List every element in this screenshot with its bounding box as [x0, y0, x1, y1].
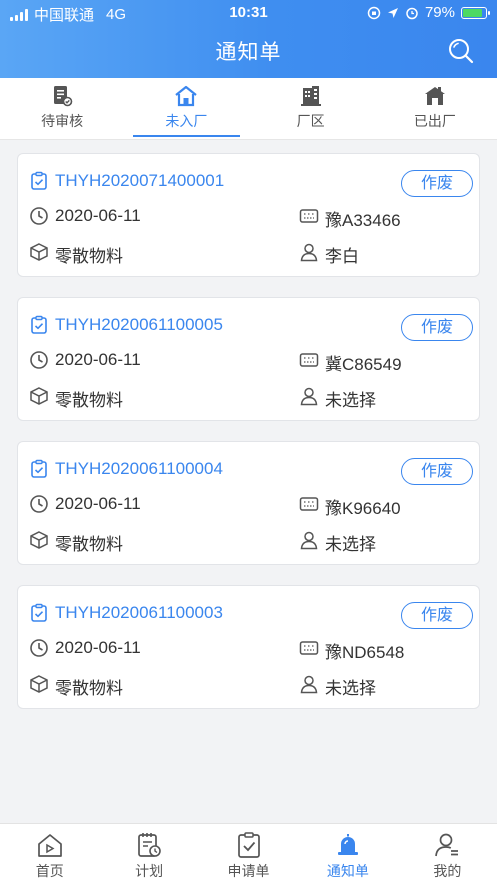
clipboard-check-icon: [31, 171, 47, 190]
notice-card[interactable]: THYH2020061100005 作废 2020-06-11 冀C86549 …: [17, 297, 480, 421]
void-button[interactable]: 作废: [401, 314, 473, 341]
tab-label: 厂区: [296, 113, 325, 129]
clock-icon: [30, 351, 48, 369]
clipboard-check-icon: [31, 315, 47, 334]
driver-name: 未选择: [325, 679, 376, 698]
review-doc-icon: [54, 86, 73, 107]
void-button[interactable]: 作废: [401, 458, 473, 485]
notice-bell-icon: [337, 834, 358, 855]
tab-label: 未入厂: [165, 113, 208, 129]
person-icon: [300, 243, 318, 262]
license-plate-icon: [299, 209, 319, 223]
application-icon: [237, 832, 260, 858]
material-type: 零散物料: [55, 535, 123, 554]
notice-date: 2020-06-11: [55, 638, 141, 657]
tabbar-label: 计划: [135, 863, 164, 879]
app-header: 中国联通 4G 10:31 79% 通知单: [0, 0, 497, 78]
package-icon: [30, 387, 48, 405]
material-type: 零散物料: [55, 247, 123, 266]
person-icon: [300, 675, 318, 694]
plate-number: 豫A33466: [325, 211, 401, 230]
clipboard-check-icon: [31, 603, 47, 622]
tab-not-entered[interactable]: 未入厂: [124, 78, 248, 139]
tab-pending-review[interactable]: 待审核: [0, 78, 124, 139]
clock-icon: [30, 207, 48, 225]
tabbar-item-notice[interactable]: 通知单: [298, 824, 397, 883]
clock-icon: [30, 495, 48, 513]
driver-name: 未选择: [325, 391, 376, 410]
license-plate-icon: [299, 641, 319, 655]
tabbar-item-application[interactable]: 申请单: [199, 824, 298, 883]
status-bar: 中国联通 4G 10:31 79%: [0, 0, 497, 26]
notice-card[interactable]: THYH2020061100003 作废 2020-06-11 豫ND6548 …: [17, 585, 480, 709]
plate-number: 冀C86549: [325, 355, 402, 374]
notice-code[interactable]: THYH2020061100003: [55, 603, 223, 623]
tabbar-item-plan[interactable]: 计划: [99, 824, 198, 883]
home-play-icon: [37, 834, 62, 857]
notice-list: THYH2020071400001 作废 2020-06-11 豫A33466 …: [17, 153, 480, 729]
search-icon[interactable]: [447, 37, 475, 65]
battery-percent: 79%: [424, 4, 455, 21]
clipboard-check-icon: [31, 459, 47, 478]
alarm-icon: [406, 7, 418, 19]
driver-name: 未选择: [325, 535, 376, 554]
orientation-lock-icon: [367, 6, 381, 19]
license-plate-icon: [299, 497, 319, 511]
tabbar-item-home[interactable]: 首页: [0, 824, 99, 883]
page-title: 通知单: [215, 41, 282, 64]
user-icon: [435, 833, 459, 857]
notice-code[interactable]: THYH2020061100004: [55, 459, 223, 479]
tabbar-item-mine[interactable]: 我的: [398, 824, 497, 883]
location-icon: [387, 7, 398, 18]
person-icon: [300, 531, 318, 550]
driver-name: 李白: [325, 247, 359, 266]
plan-icon: [138, 833, 161, 857]
plate-number: 豫K96640: [325, 499, 401, 518]
factory-exit-icon: [424, 87, 445, 105]
tab-exited[interactable]: 已出厂: [373, 78, 497, 139]
bottom-tab-bar: 首页 计划 申请单 通知单 我的: [0, 823, 497, 883]
notice-card[interactable]: THYH2020061100004 作废 2020-06-11 豫K96640 …: [17, 441, 480, 565]
notice-code[interactable]: THYH2020071400001: [55, 171, 224, 191]
home-icon: [175, 85, 198, 107]
notice-card[interactable]: THYH2020071400001 作废 2020-06-11 豫A33466 …: [17, 153, 480, 277]
void-button[interactable]: 作废: [401, 170, 473, 197]
tabbar-label: 首页: [35, 863, 64, 879]
tabbar-label: 我的: [433, 863, 462, 879]
license-plate-icon: [299, 353, 319, 367]
void-button[interactable]: 作废: [401, 602, 473, 629]
tabbar-label: 通知单: [326, 863, 369, 879]
tabbar-label: 申请单: [227, 863, 270, 879]
package-icon: [30, 675, 48, 693]
package-icon: [30, 243, 48, 261]
battery-icon: [461, 6, 490, 19]
tab-factory-area[interactable]: 厂区: [249, 78, 373, 139]
notice-date: 2020-06-11: [55, 494, 141, 513]
package-icon: [30, 531, 48, 549]
notice-date: 2020-06-11: [55, 206, 141, 225]
notice-date: 2020-06-11: [55, 350, 141, 369]
person-icon: [300, 387, 318, 406]
status-tabs: 待审核 未入厂 厂区 已出厂: [0, 78, 497, 140]
material-type: 零散物料: [55, 679, 123, 698]
plate-number: 豫ND6548: [325, 643, 405, 662]
notice-code[interactable]: THYH2020061100005: [55, 315, 223, 335]
tab-label: 已出厂: [413, 113, 456, 129]
clock-icon: [30, 639, 48, 657]
material-type: 零散物料: [55, 391, 123, 410]
tab-label: 待审核: [41, 113, 84, 129]
building-icon: [300, 86, 321, 106]
